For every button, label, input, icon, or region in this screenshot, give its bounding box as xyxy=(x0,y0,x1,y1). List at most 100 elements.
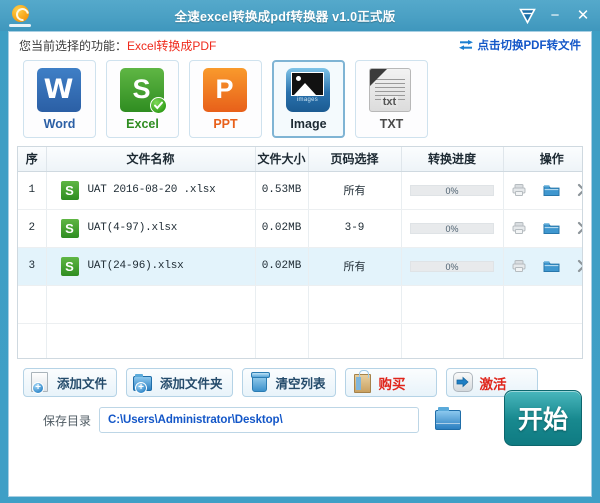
current-function-row: 您当前选择的功能： Excel转换成PDF 点击切换PDF转文件 xyxy=(9,32,591,58)
preview-icon[interactable] xyxy=(512,183,526,197)
excel-icon: S xyxy=(119,67,167,114)
txt-glyph: txt xyxy=(380,95,399,108)
activate-label: 激活 xyxy=(479,376,507,392)
row-progress-bar: 0% xyxy=(410,260,494,272)
save-directory-label: 保存目录 xyxy=(43,413,92,428)
row-filesize: 0.53MB xyxy=(255,171,309,210)
format-label-excel: Excel xyxy=(126,116,159,131)
excel-file-icon: S xyxy=(60,180,79,200)
selected-check-badge-icon xyxy=(149,96,167,114)
image-icon-caption: images xyxy=(296,96,319,103)
preview-icon[interactable] xyxy=(512,221,526,235)
row-pages[interactable]: 所有 xyxy=(308,171,402,210)
format-button-word[interactable]: W Word xyxy=(23,60,96,138)
photo-thumbnail-icon xyxy=(291,71,324,96)
save-path-input[interactable]: C:\Users\Administrator\Desktop\ xyxy=(99,407,420,433)
app-window: 全速excel转换成pdf转换器 v1.0正式版 − ✕ 您当前选择的功能： E… xyxy=(0,0,600,503)
remove-icon[interactable] xyxy=(577,183,582,197)
row-filename: UAT 2016-08-20 .xlsx xyxy=(87,184,216,196)
remove-icon[interactable] xyxy=(577,259,582,273)
save-path-value: C:\Users\Administrator\Desktop\ xyxy=(108,414,283,426)
table-row[interactable]: 2 S UAT(4-97).xlsx 0.02MB 3-9 0% xyxy=(18,209,582,248)
add-folder-label: 添加文件夹 xyxy=(160,377,223,391)
table-row-empty xyxy=(18,323,582,358)
switch-mode-link[interactable]: 点击切换PDF转文件 xyxy=(458,37,582,53)
row-progress-bar: 0% xyxy=(410,184,494,196)
add-file-button[interactable]: + 添加文件 xyxy=(23,368,118,397)
add-file-icon: + xyxy=(30,371,52,394)
excel-file-icon: S xyxy=(60,256,79,276)
row-progress-text: 0% xyxy=(445,223,459,234)
format-button-ppt[interactable]: P PPT xyxy=(189,60,262,138)
format-selector: W Word S Excel P PPT images Image txt TX… xyxy=(9,58,591,138)
row-filename: UAT(24-96).xlsx xyxy=(87,260,184,272)
remove-icon[interactable] xyxy=(577,221,582,235)
open-folder-icon[interactable] xyxy=(543,221,560,235)
format-button-image[interactable]: images Image xyxy=(272,60,345,138)
column-header-filesize: 文件大小 xyxy=(255,147,309,172)
action-button-row: + 添加文件 + 添加文件夹 清空列表 购买 激活 xyxy=(9,359,591,397)
row-index: 1 xyxy=(18,171,47,210)
two-way-arrows-icon xyxy=(458,39,474,51)
word-icon: W xyxy=(36,67,83,114)
excel-file-icon: S xyxy=(60,218,79,238)
image-icon: images xyxy=(285,67,332,114)
add-folder-icon: + xyxy=(133,372,155,394)
minimize-button[interactable]: − xyxy=(546,8,564,23)
title-bar: 全速excel转换成pdf转换器 v1.0正式版 − ✕ xyxy=(0,0,600,31)
close-button[interactable]: ✕ xyxy=(574,8,592,23)
main-panel: 您当前选择的功能： Excel转换成PDF 点击切换PDF转文件 W Word … xyxy=(8,31,592,497)
window-controls: − ✕ xyxy=(519,0,592,31)
clear-list-button[interactable]: 清空列表 xyxy=(241,368,336,397)
current-function-value: Excel转换成PDF xyxy=(127,38,217,53)
file-list: 序 文件名称 文件大小 页码选择 转换进度 操作 1 S UAT 2016-08… xyxy=(17,146,583,359)
column-header-actions: 操作 xyxy=(503,147,582,172)
table-row[interactable]: 3 S UAT(24-96).xlsx 0.02MB 所有 0% xyxy=(18,247,582,286)
table-header-row: 序 文件名称 文件大小 页码选择 转换进度 操作 xyxy=(18,147,582,172)
column-header-filename: 文件名称 xyxy=(46,147,256,172)
shield-dropdown-icon[interactable] xyxy=(519,8,536,24)
column-header-index: 序 xyxy=(18,147,47,172)
row-filesize: 0.02MB xyxy=(255,209,309,248)
add-folder-button[interactable]: + 添加文件夹 xyxy=(126,368,233,397)
word-glyph: W xyxy=(36,67,81,112)
add-file-label: 添加文件 xyxy=(57,377,108,391)
trash-icon xyxy=(249,371,271,394)
open-folder-icon[interactable] xyxy=(543,183,560,197)
row-filename: UAT(4-97).xlsx xyxy=(87,222,178,234)
format-button-excel[interactable]: S Excel xyxy=(106,60,179,138)
current-function-label: 您当前选择的功能： xyxy=(19,38,128,53)
row-index: 3 xyxy=(18,247,47,286)
app-logo xyxy=(0,0,40,31)
ppt-glyph: P xyxy=(202,67,247,112)
ppt-icon: P xyxy=(202,67,249,114)
row-pages[interactable]: 所有 xyxy=(308,247,402,286)
txt-icon: txt xyxy=(368,67,415,114)
format-label-ppt: PPT xyxy=(213,116,238,131)
start-button[interactable]: 开始 xyxy=(504,390,582,446)
format-button-txt[interactable]: txt TXT xyxy=(355,60,428,138)
switch-mode-label: 点击切换PDF转文件 xyxy=(477,40,582,52)
row-progress-text: 0% xyxy=(445,185,459,196)
table-row-empty xyxy=(18,285,582,324)
folder-browse-icon[interactable] xyxy=(435,407,462,430)
file-table: 序 文件名称 文件大小 页码选择 转换进度 操作 1 S UAT 2016-08… xyxy=(18,147,582,358)
clear-list-label: 清空列表 xyxy=(275,377,326,391)
format-label-txt: TXT xyxy=(379,116,404,131)
row-filesize: 0.02MB xyxy=(255,247,309,286)
shopping-bag-icon xyxy=(352,369,374,394)
purchase-button[interactable]: 购买 xyxy=(344,368,437,397)
format-label-image: Image xyxy=(290,116,327,131)
save-directory-row: 保存目录 C:\Users\Administrator\Desktop\ 开始 xyxy=(9,390,591,446)
preview-icon[interactable] xyxy=(512,259,526,273)
column-header-pages: 页码选择 xyxy=(308,147,402,172)
table-row[interactable]: 1 S UAT 2016-08-20 .xlsx 0.53MB 所有 0% xyxy=(18,171,582,210)
row-pages[interactable]: 3-9 xyxy=(308,209,402,248)
row-index: 2 xyxy=(18,209,47,248)
format-label-word: Word xyxy=(43,116,76,131)
logo-base xyxy=(9,23,31,27)
purchase-label: 购买 xyxy=(378,376,406,392)
open-folder-icon[interactable] xyxy=(543,259,560,273)
window-title: 全速excel转换成pdf转换器 v1.0正式版 xyxy=(174,10,396,24)
column-header-progress: 转换进度 xyxy=(401,147,504,172)
